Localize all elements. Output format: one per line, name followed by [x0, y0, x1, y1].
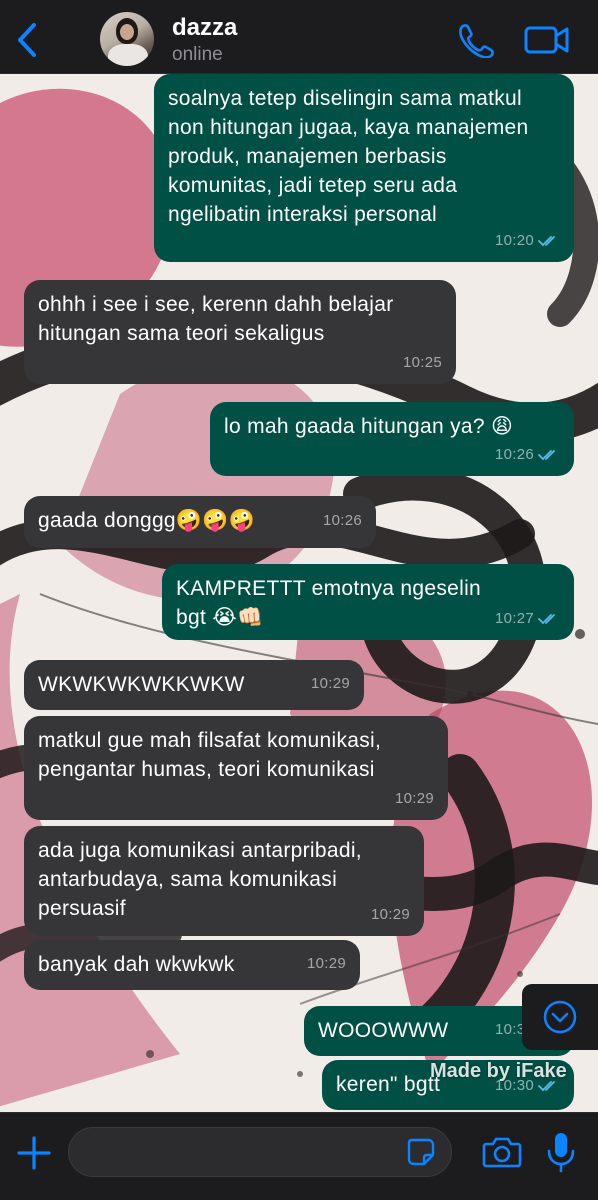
message-time: 10:20: [494, 232, 534, 249]
voice-call-button[interactable]: [456, 22, 494, 59]
avatar[interactable]: [100, 12, 154, 66]
message-time: 10:26: [322, 512, 362, 529]
plus-icon: [17, 1136, 51, 1170]
video-camera-icon: [524, 26, 569, 54]
voice-message-button[interactable]: [546, 1131, 576, 1173]
message-meta: 10:26: [495, 440, 560, 469]
message-time: 10:29: [310, 675, 350, 692]
microphone-icon: [547, 1133, 575, 1173]
contact-status: online: [172, 44, 223, 65]
message-bubble-outgoing[interactable]: soalnya tetep diselingin sama matkul non…: [154, 74, 574, 262]
read-ticks-icon: [538, 449, 555, 460]
camera-icon: [482, 1137, 522, 1168]
message-time: 10:29: [370, 906, 410, 923]
message-text: KAMPRETTT emotnya ngeselin bgt 😭👊🏻: [176, 577, 482, 629]
message-text: ada juga komunikasi antarpribadi, antarb…: [38, 839, 362, 920]
message-text: soalnya tetep diselingin sama matkul non…: [168, 87, 529, 226]
sticker-button[interactable]: [406, 1137, 436, 1167]
message-text: ohhh i see i see, kerenn dahh belajar hi…: [38, 293, 394, 345]
message-text: WKWKWKWKKWKW: [38, 673, 245, 696]
message-meta: 10:27: [495, 604, 560, 633]
message-meta: 10:20: [495, 226, 560, 255]
message-bubble-incoming[interactable]: matkul gue mah filsafat komunikasi, peng…: [24, 716, 448, 820]
camera-button[interactable]: [482, 1135, 522, 1169]
video-call-button[interactable]: [524, 22, 570, 58]
chat-area[interactable]: soalnya tetep diselingin sama matkul non…: [0, 74, 598, 1112]
message-meta: 10:29: [311, 669, 350, 698]
message-meta: 10:26: [323, 506, 362, 535]
message-bubble-outgoing[interactable]: lo mah gaada hitungan ya? 😩 10:26: [210, 402, 574, 476]
message-time: 10:27: [494, 610, 534, 627]
message-bubble-incoming[interactable]: ohhh i see i see, kerenn dahh belajar hi…: [24, 280, 456, 384]
message-bubble-incoming[interactable]: ada juga komunikasi antarpribadi, antarb…: [24, 826, 424, 936]
read-ticks-icon: [538, 235, 555, 246]
scroll-to-bottom-button[interactable]: [522, 984, 598, 1050]
message-meta: 10:29: [395, 784, 434, 813]
back-button[interactable]: [10, 20, 44, 60]
message-meta: 10:29: [371, 900, 410, 929]
message-text: banyak dah wkwkwk: [38, 953, 235, 976]
message-time: 10:29: [394, 790, 434, 807]
chat-header: dazza online: [0, 0, 598, 74]
read-ticks-icon: [538, 613, 555, 624]
message-time: 10:25: [402, 354, 442, 371]
message-bubble-incoming[interactable]: WKWKWKWKKWKW 10:29: [24, 660, 364, 710]
message-time: 10:26: [494, 446, 534, 463]
message-input[interactable]: [68, 1127, 452, 1177]
message-text: matkul gue mah filsafat komunikasi, peng…: [38, 729, 382, 781]
message-bubble-outgoing[interactable]: KAMPRETTT emotnya ngeselin bgt 😭👊🏻 10:27: [162, 564, 574, 640]
message-text: gaada donggg🤪🤪🤪: [38, 509, 256, 532]
message-meta: 10:25: [403, 348, 442, 377]
chevron-left-icon: [18, 23, 36, 57]
message-bubble-incoming[interactable]: banyak dah wkwkwk 10:29: [24, 940, 360, 990]
attach-button[interactable]: [14, 1133, 54, 1173]
message-text: lo mah gaada hitungan ya? 😩: [224, 415, 514, 438]
message-meta: 10:29: [307, 949, 346, 978]
message-bubble-incoming[interactable]: gaada donggg🤪🤪🤪 10:26: [24, 496, 376, 548]
chevron-down-circle-icon: [543, 1000, 577, 1034]
message-time: 10:29: [306, 955, 346, 972]
composer-bar: [0, 1112, 598, 1200]
watermark: Made by iFake: [430, 1060, 567, 1082]
sticker-icon: [407, 1138, 435, 1166]
phone-icon: [459, 24, 494, 59]
contact-name[interactable]: dazza: [172, 14, 237, 42]
